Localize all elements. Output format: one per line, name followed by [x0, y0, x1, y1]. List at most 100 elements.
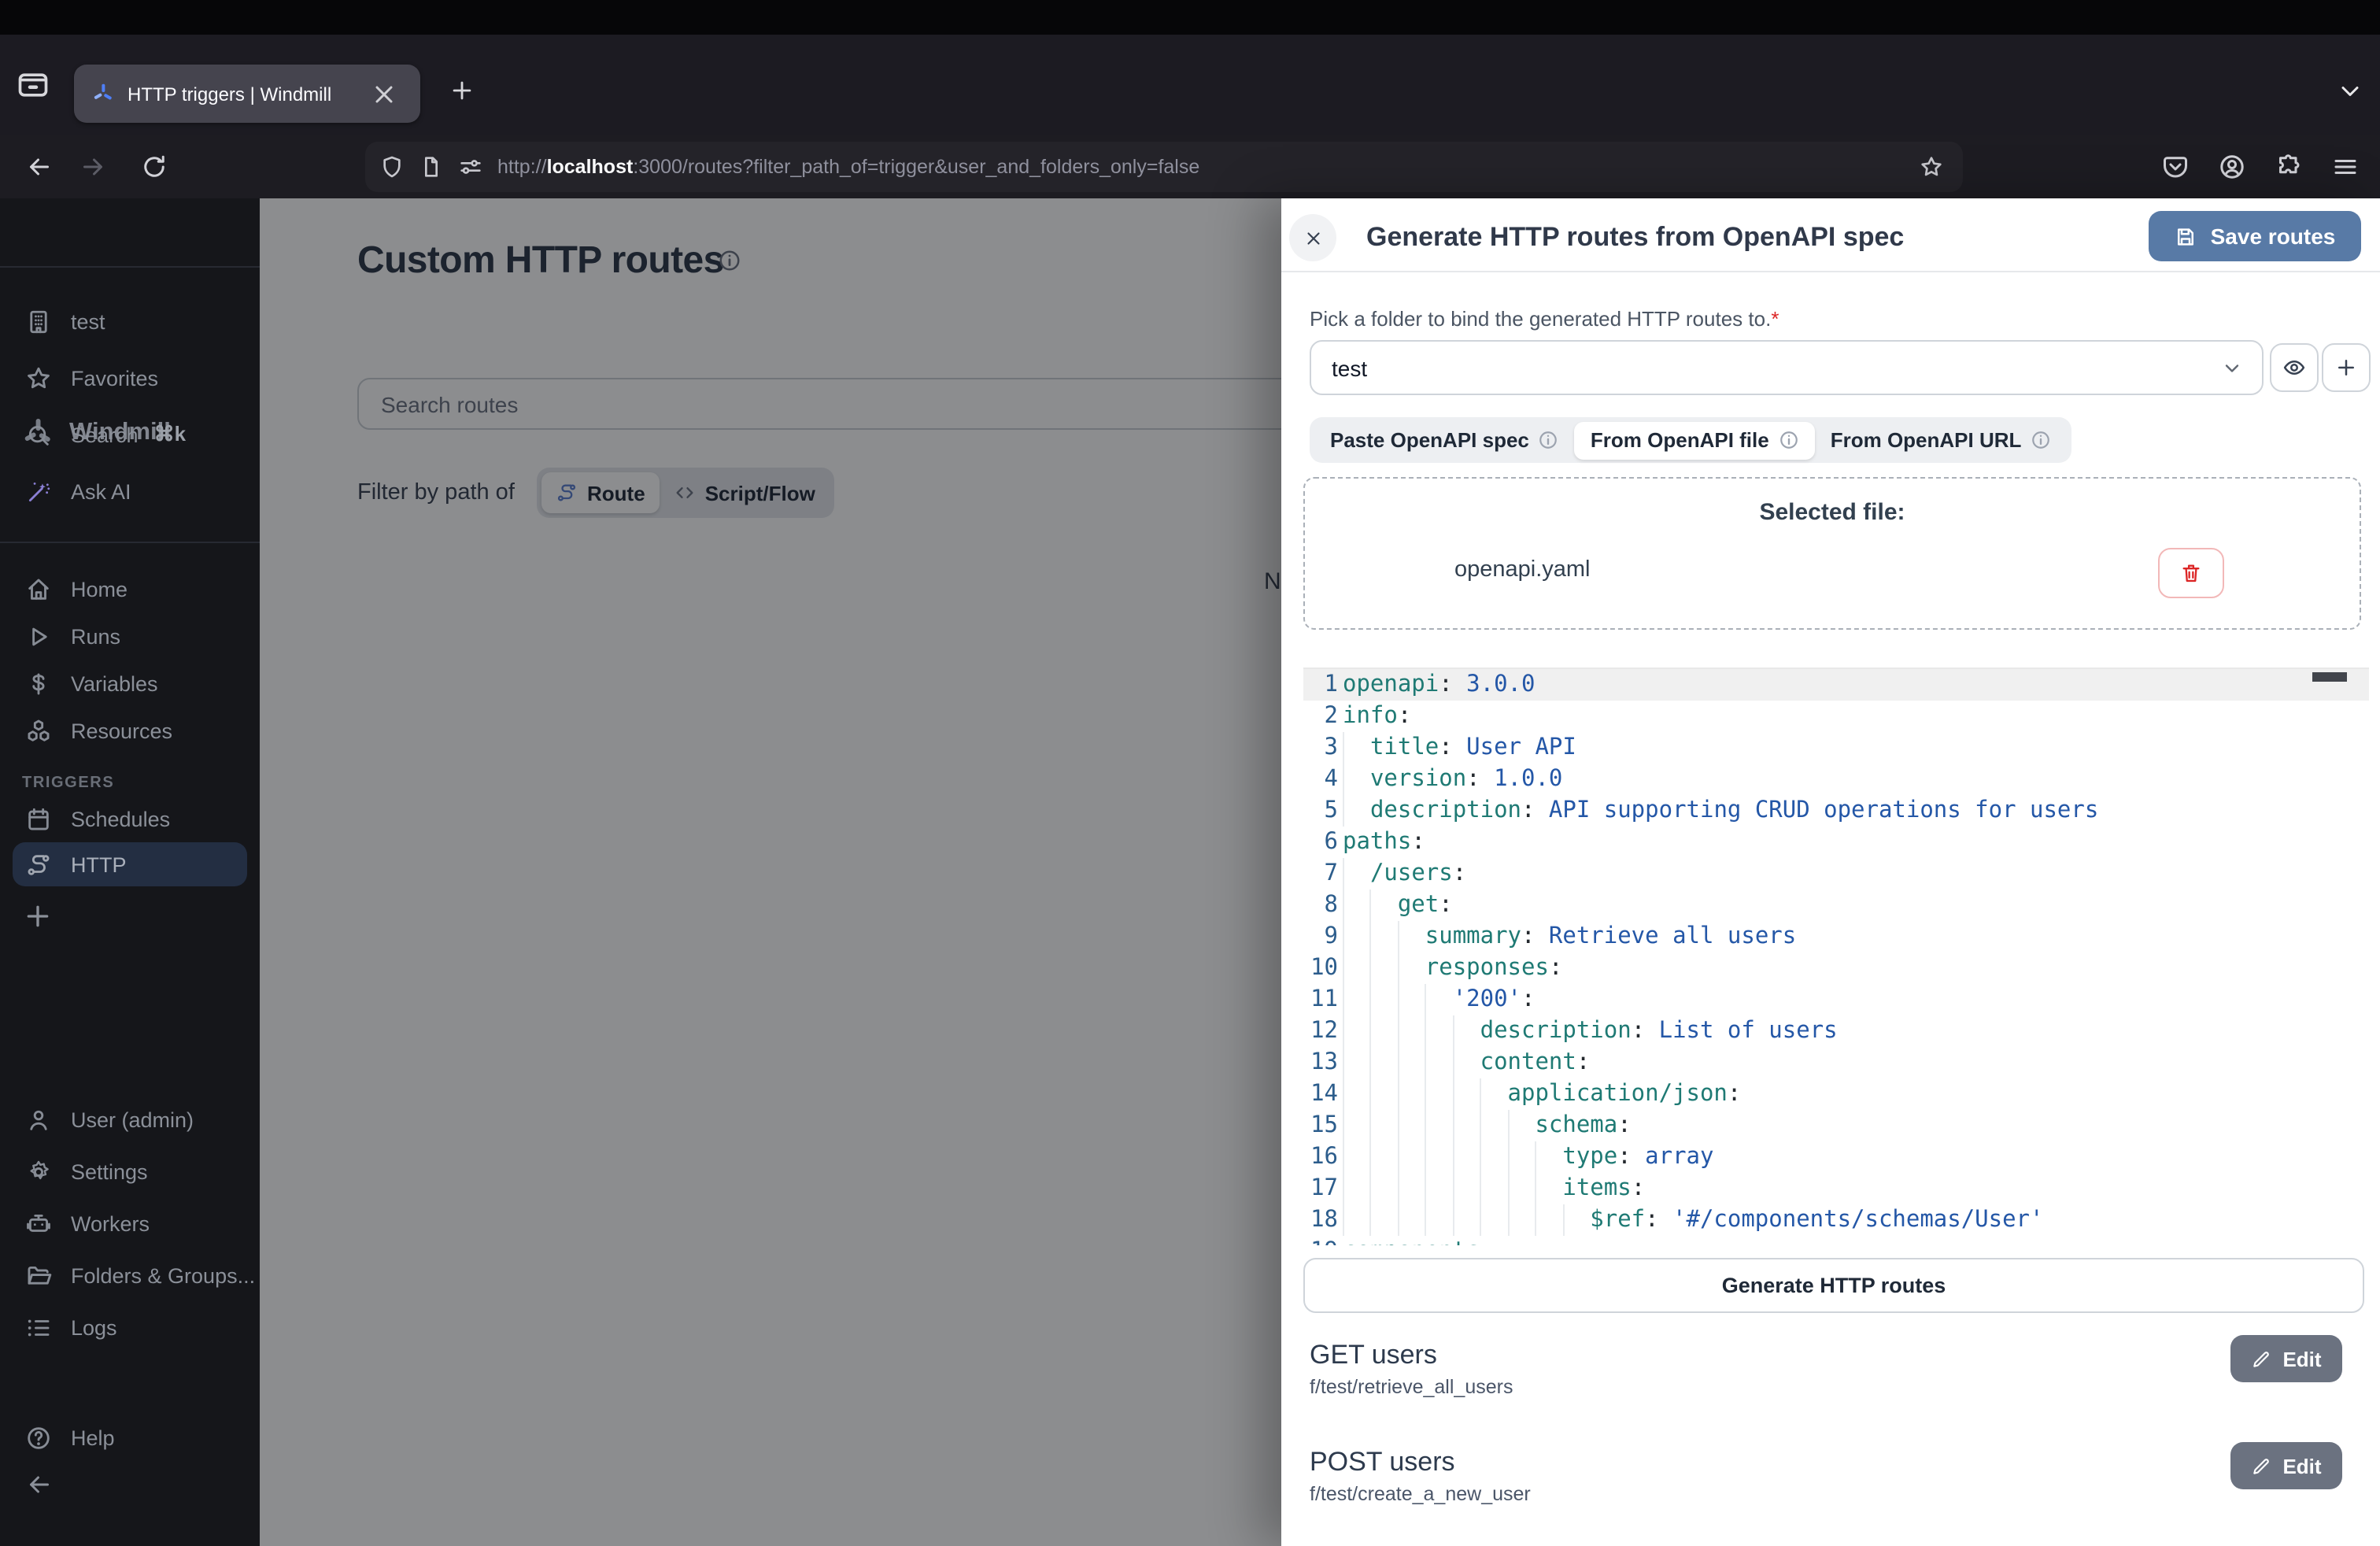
route-row-post-users: POST usersf/test/create_a_new_userEdit	[1310, 1439, 2361, 1546]
folder-icon	[25, 1263, 52, 1289]
spec-source-tabs: Paste OpenAPI specFrom OpenAPI fileFrom …	[1310, 417, 2071, 463]
sidebar-item-http[interactable]: HTTP	[13, 842, 247, 886]
add-trigger-icon[interactable]	[22, 901, 54, 932]
sidebar-item-user-admin[interactable]: User (admin)	[0, 1094, 260, 1146]
editor-scrollbar[interactable]	[2312, 672, 2347, 682]
code-line: 19components:	[1303, 1236, 2369, 1245]
add-folder-button[interactable]	[2322, 343, 2371, 392]
line-number: 10	[1303, 952, 1343, 984]
trash-icon	[2180, 562, 2202, 584]
close-icon	[1303, 227, 1323, 248]
sidebar-item-folders-groups[interactable]: Folders & Groups...	[0, 1250, 260, 1302]
tab-paste-openapi-spec[interactable]: Paste OpenAPI spec	[1314, 421, 1575, 459]
list-tabs-chevron-icon[interactable]	[2336, 77, 2364, 105]
folder-select-value: test	[1332, 355, 2201, 380]
remove-file-button[interactable]	[2158, 548, 2224, 598]
info-icon[interactable]	[2031, 430, 2051, 450]
line-number: 14	[1303, 1078, 1343, 1110]
sidebar-item-favorites[interactable]: Favorites	[0, 350, 260, 406]
drawer-backdrop[interactable]	[260, 198, 1281, 1546]
browser-tab[interactable]: HTTP triggers | Windmill	[74, 65, 420, 123]
line-number: 12	[1303, 1015, 1343, 1047]
code-line: 3 title: User API	[1303, 732, 2369, 764]
extensions-icon[interactable]	[2275, 153, 2303, 181]
screen: HTTP triggers | Windmill http://localhos…	[0, 0, 2380, 1546]
sidebar-item-ask-ai[interactable]: Ask AI	[0, 463, 260, 520]
code-line: 10 responses:	[1303, 952, 2369, 984]
edit-route-button[interactable]: Edit	[2230, 1442, 2342, 1489]
code-line: 2info:	[1303, 701, 2369, 732]
sidebar-item-settings[interactable]: Settings	[0, 1146, 260, 1198]
account-icon[interactable]	[2218, 153, 2246, 181]
line-number: 4	[1303, 764, 1343, 795]
code-line: 4 version: 1.0.0	[1303, 764, 2369, 795]
folder-select[interactable]: test	[1310, 340, 2264, 395]
sidebar-item-resources[interactable]: Resources	[0, 707, 260, 754]
plus-icon	[2334, 356, 2358, 379]
drawer-title: Generate HTTP routes from OpenAPI spec	[1366, 222, 1904, 253]
permissions-icon[interactable]	[458, 154, 483, 179]
generate-routes-drawer: Generate HTTP routes from OpenAPI spec S…	[1281, 198, 2380, 1546]
line-number: 17	[1303, 1173, 1343, 1204]
code-line: 5 description: API supporting CRUD opera…	[1303, 795, 2369, 827]
url-bar[interactable]: http://localhost:3000/routes?filter_path…	[365, 142, 1963, 192]
shortcut-hint: ⌘k	[154, 422, 186, 447]
code-line: 6paths:	[1303, 827, 2369, 858]
menu-hamburger-icon[interactable]	[2331, 153, 2360, 181]
pocket-icon[interactable]	[2161, 153, 2190, 181]
tab-from-openapi-url[interactable]: From OpenAPI URL	[1815, 421, 2068, 459]
sidebar-item-variables[interactable]: Variables	[0, 660, 260, 707]
sidebar-triggers-list: Schedules HTTP	[0, 795, 260, 886]
info-icon[interactable]	[1779, 430, 1799, 450]
code-line: 17 items:	[1303, 1173, 2369, 1204]
forward-icon[interactable]	[79, 153, 107, 181]
line-number: 1	[1303, 669, 1343, 701]
sidebar-item-help[interactable]: Help	[0, 1414, 260, 1461]
line-number: 11	[1303, 984, 1343, 1015]
collapse-sidebar-icon[interactable]	[25, 1470, 54, 1499]
page-info-icon[interactable]	[419, 154, 444, 179]
code-line: 16 type: array	[1303, 1141, 2369, 1173]
reload-icon[interactable]	[140, 153, 168, 181]
sidebar-item-runs[interactable]: Runs	[0, 612, 260, 660]
code-lines: 1openapi: 3.0.02info:3 title: User API4 …	[1303, 669, 2369, 1245]
generate-routes-button[interactable]: Generate HTTP routes	[1303, 1258, 2364, 1313]
building-icon	[25, 308, 52, 335]
close-drawer-button[interactable]	[1289, 214, 1336, 261]
code-line: 7 /users:	[1303, 858, 2369, 890]
route-path: f/test/retrieve_all_users	[1310, 1376, 1513, 1398]
line-number: 5	[1303, 795, 1343, 827]
tab-from-openapi-file[interactable]: From OpenAPI file	[1575, 421, 1815, 459]
code-line: 9 summary: Retrieve all users	[1303, 921, 2369, 952]
line-number: 9	[1303, 921, 1343, 952]
sidebar-item-logs[interactable]: Logs	[0, 1302, 260, 1354]
windmill-favicon-icon	[91, 82, 115, 105]
line-number: 13	[1303, 1047, 1343, 1078]
sidebar-item-home[interactable]: Home	[0, 565, 260, 612]
url-text[interactable]: http://localhost:3000/routes?filter_path…	[497, 156, 1919, 178]
help-icon	[25, 1424, 52, 1451]
new-tab-icon[interactable]	[449, 77, 475, 104]
save-routes-button[interactable]: Save routes	[2149, 211, 2361, 261]
code-line: 18 $ref: '#/components/schemas/User'	[1303, 1204, 2369, 1236]
save-icon	[2175, 224, 2198, 248]
route-title: POST users	[1310, 1447, 1455, 1478]
sidebar-item-test[interactable]: test	[0, 293, 260, 350]
triggers-section-label: TRIGGERS	[22, 775, 114, 792]
star-icon	[25, 364, 52, 391]
view-folder-button[interactable]	[2270, 343, 2319, 392]
code-line: 14 application/json:	[1303, 1078, 2369, 1110]
info-icon[interactable]	[1539, 430, 1559, 450]
edit-route-button[interactable]: Edit	[2230, 1335, 2342, 1382]
sidebar-item-workers[interactable]: Workers	[0, 1198, 260, 1250]
firefox-view-icon[interactable]	[16, 68, 50, 102]
back-icon[interactable]	[25, 153, 54, 181]
route-row-get-users: GET usersf/test/retrieve_all_usersEdit	[1310, 1332, 2361, 1439]
bookmark-star-icon[interactable]	[1919, 154, 1944, 179]
sidebar-item-schedules[interactable]: Schedules	[0, 795, 260, 842]
tab-close-icon[interactable]	[367, 76, 401, 111]
sidebar-item-search[interactable]: Search ⌘k	[0, 406, 260, 463]
selected-file-label: Selected file:	[1305, 499, 2360, 526]
openapi-code-editor[interactable]: 1openapi: 3.0.02info:3 title: User API4 …	[1303, 668, 2369, 1245]
shield-icon[interactable]	[379, 154, 405, 179]
